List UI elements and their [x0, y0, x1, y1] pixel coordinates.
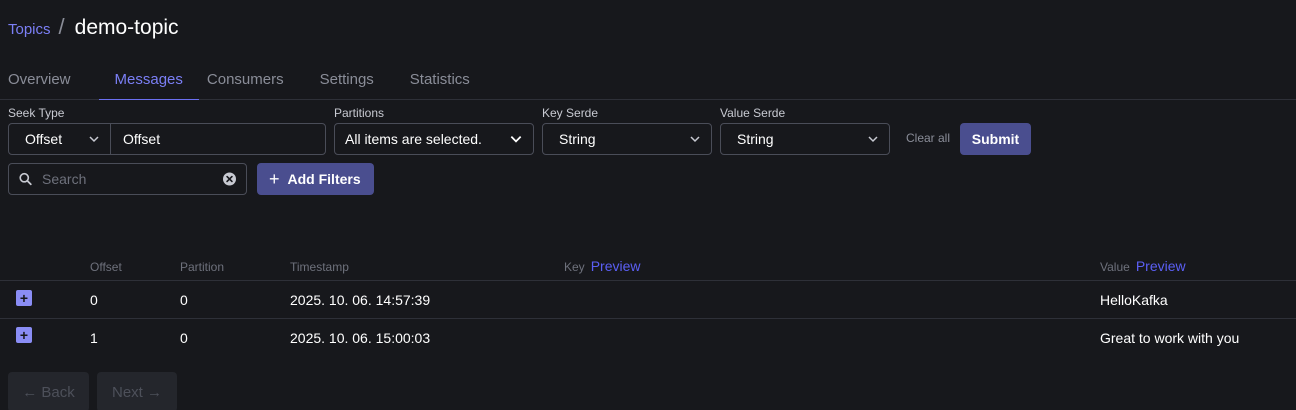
chevron-down-icon: [510, 136, 522, 143]
seek-offset-input[interactable]: Offset: [110, 123, 326, 155]
partitions-selected: All items are selected.: [345, 131, 482, 147]
breadcrumb: Topics / demo-topic: [8, 14, 179, 40]
partitions-select[interactable]: All items are selected.: [334, 123, 534, 155]
row-timestamp: 2025. 10. 06. 15:00:03: [290, 330, 431, 346]
column-header-value: Value Preview: [1100, 258, 1186, 274]
row-partition: 0: [180, 330, 188, 346]
key-serde-selected: String: [559, 131, 596, 147]
back-button[interactable]: ← Back: [8, 372, 89, 410]
next-button[interactable]: Next →: [97, 372, 177, 410]
tab-settings[interactable]: Settings: [312, 60, 382, 100]
value-serde-label: Value Serde: [720, 106, 786, 120]
search-input[interactable]: [42, 171, 223, 187]
clear-circle-icon[interactable]: [223, 171, 236, 187]
seek-type-selected: Offset: [25, 131, 63, 147]
row-value: HelloKafka: [1100, 292, 1168, 308]
column-header-offset: Offset: [90, 260, 122, 274]
column-header-value-label: Value: [1100, 260, 1130, 274]
row-offset: 1: [90, 330, 98, 346]
seek-offset-value: Offset: [123, 131, 161, 147]
partitions-label: Partitions: [334, 106, 385, 120]
key-serde-select[interactable]: String: [542, 123, 712, 155]
column-header-key: Key Preview: [564, 258, 640, 274]
key-serde-label: Key Serde: [542, 106, 599, 120]
tab-consumers[interactable]: Consumers: [199, 60, 292, 100]
column-header-partition: Partition: [180, 260, 225, 274]
row-divider: [0, 318, 1296, 319]
value-serde-select[interactable]: String: [720, 123, 890, 155]
row-value: Great to work with you: [1100, 330, 1240, 346]
breadcrumb-topics-link[interactable]: Topics: [8, 21, 51, 38]
seek-type-label: Seek Type: [8, 106, 65, 120]
column-header-timestamp: Timestamp: [290, 260, 349, 274]
add-filters-label: Add Filters: [287, 171, 361, 187]
expand-plus-icon[interactable]: +: [16, 290, 32, 306]
clear-all-button[interactable]: Clear all: [906, 131, 950, 145]
chevron-down-icon: [89, 136, 99, 143]
row-offset: 0: [90, 292, 98, 308]
seek-type-select[interactable]: Offset: [8, 123, 111, 155]
plus-icon: +: [269, 169, 280, 189]
chevron-down-icon: [868, 136, 878, 143]
value-preview-link[interactable]: Preview: [1136, 258, 1186, 274]
chevron-down-icon: [690, 136, 700, 143]
tab-overview[interactable]: Overview: [0, 60, 79, 100]
tab-statistics[interactable]: Statistics: [402, 60, 478, 100]
row-partition: 0: [180, 292, 188, 308]
expand-plus-icon[interactable]: +: [16, 327, 32, 343]
tab-bar: Overview Messages Consumers Settings Sta…: [0, 60, 1296, 100]
column-header-key-label: Key: [564, 260, 585, 274]
tab-messages[interactable]: Messages: [98, 60, 199, 100]
breadcrumb-separator: /: [58, 14, 65, 39]
table-header-divider: [0, 280, 1296, 281]
add-filters-button[interactable]: + Add Filters: [257, 163, 374, 195]
submit-button[interactable]: Submit: [960, 123, 1031, 155]
search-field[interactable]: [8, 163, 247, 195]
row-timestamp: 2025. 10. 06. 14:57:39: [290, 292, 431, 308]
search-icon: [19, 172, 32, 186]
key-preview-link[interactable]: Preview: [591, 258, 641, 274]
value-serde-selected: String: [737, 131, 774, 147]
page-title: demo-topic: [74, 16, 179, 39]
